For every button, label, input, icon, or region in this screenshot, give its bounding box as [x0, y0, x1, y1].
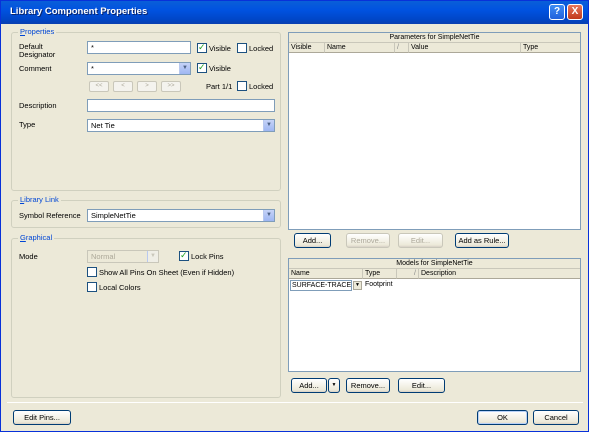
part-indicator: Part 1/1: [206, 82, 233, 91]
chevron-down-icon[interactable]: ▼: [353, 281, 362, 290]
param-edit-button[interactable]: Edit...: [398, 233, 443, 248]
dialog-window: Library Component Properties ? X Propert…: [0, 0, 589, 432]
type-label: Type: [19, 120, 36, 129]
model-col-type[interactable]: Type: [363, 269, 397, 279]
part-locked-checkbox[interactable]: [237, 81, 247, 91]
close-button[interactable]: X: [567, 4, 583, 20]
param-col-type[interactable]: Type: [521, 43, 580, 53]
designator-visible-checkbox[interactable]: [197, 42, 207, 53]
title-bar[interactable]: Library Component Properties ? X: [1, 1, 588, 24]
description-field[interactable]: [87, 99, 275, 112]
symbol-reference-combo[interactable]: SimpleNetTie ▼: [87, 209, 275, 222]
default-designator-field[interactable]: *: [87, 41, 191, 54]
mode-label: Mode: [19, 252, 38, 261]
chevron-down-icon[interactable]: ▼: [328, 378, 340, 393]
show-all-pins-label: Show All Pins On Sheet (Even if Hidden): [99, 268, 235, 277]
help-button[interactable]: ?: [549, 4, 565, 20]
chevron-down-icon[interactable]: ▼: [179, 63, 190, 74]
lock-pins-label: Lock Pins: [191, 252, 224, 261]
chevron-down-icon[interactable]: ▼: [147, 251, 158, 262]
parameters-title: Parameters for SimpleNetTie: [289, 33, 580, 43]
designator-locked-checkbox[interactable]: [237, 43, 247, 53]
local-colors-label: Local Colors: [99, 283, 141, 292]
prev-part-button[interactable]: <: [113, 81, 133, 92]
type-combo[interactable]: Net Tie ▼: [87, 119, 275, 132]
designator-locked-label: Locked: [249, 44, 274, 53]
footer-divider: [7, 402, 583, 403]
designator-visible-label: Visible: [209, 44, 231, 53]
library-link-group-label: Library Link: [18, 195, 61, 204]
parameters-panel: Parameters for SimpleNetTie Visible Name…: [288, 32, 581, 230]
mode-value: Normal: [91, 252, 116, 261]
model-col-name[interactable]: Name: [289, 269, 363, 279]
param-remove-button[interactable]: Remove...: [346, 233, 390, 248]
graphical-group-label: Graphical: [18, 233, 55, 242]
description-label: Description: [19, 101, 57, 110]
comment-visible-checkbox[interactable]: [197, 62, 207, 73]
param-col-visible[interactable]: Visible: [289, 43, 325, 53]
first-part-button[interactable]: <<: [89, 81, 109, 92]
ok-button[interactable]: OK: [477, 410, 528, 425]
comment-label: Comment: [19, 64, 52, 73]
default-designator-label-2: Designator: [19, 50, 56, 59]
sort-icon: /: [397, 269, 419, 279]
show-all-pins-checkbox[interactable]: [87, 267, 97, 277]
next-part-button[interactable]: >: [137, 81, 157, 92]
comment-combo[interactable]: * ▼: [87, 62, 191, 75]
table-row[interactable]: SURFACE-TRACE ▼ Footprint: [289, 280, 580, 291]
model-add-button[interactable]: Add...: [291, 378, 327, 393]
chevron-down-icon[interactable]: ▼: [263, 120, 274, 131]
type-value: Net Tie: [91, 121, 115, 130]
sort-icon: /: [395, 43, 409, 53]
chevron-down-icon[interactable]: ▼: [263, 210, 274, 221]
edit-pins-button[interactable]: Edit Pins...: [13, 410, 71, 425]
symbol-reference-value: SimpleNetTie: [91, 211, 136, 220]
param-add-button[interactable]: Add...: [294, 233, 331, 248]
add-as-rule-button[interactable]: Add as Rule...: [455, 233, 509, 248]
model-col-description[interactable]: Description: [419, 269, 580, 279]
properties-group: Properties Default Designator * Visible …: [11, 27, 281, 191]
mode-combo[interactable]: Normal ▼: [87, 250, 159, 263]
comment-visible-label: Visible: [209, 64, 231, 73]
comment-value: *: [91, 64, 94, 73]
model-type-cell: Footprint: [365, 281, 393, 288]
properties-group-label: Properties: [18, 27, 57, 36]
models-title: Models for SimpleNetTie: [289, 259, 580, 269]
lock-pins-checkbox[interactable]: [179, 250, 189, 261]
symbol-reference-label: Symbol Reference: [19, 211, 81, 220]
model-edit-button[interactable]: Edit...: [398, 378, 445, 393]
models-panel: Models for SimpleNetTie Name Type / Desc…: [288, 258, 581, 372]
cancel-button[interactable]: Cancel: [533, 410, 579, 425]
param-col-value[interactable]: Value: [409, 43, 521, 53]
param-col-name[interactable]: Name: [325, 43, 395, 53]
library-link-group: Library Link Symbol Reference SimpleNetT…: [11, 195, 281, 228]
part-locked-label: Locked: [249, 82, 274, 91]
last-part-button[interactable]: >>: [161, 81, 181, 92]
window-title: Library Component Properties: [10, 6, 148, 17]
model-remove-button[interactable]: Remove...: [346, 378, 390, 393]
graphical-group: Graphical Mode Normal ▼ Lock Pins Show A…: [11, 233, 281, 398]
local-colors-checkbox[interactable]: [87, 282, 97, 292]
model-name-cell[interactable]: SURFACE-TRACE: [290, 280, 352, 291]
